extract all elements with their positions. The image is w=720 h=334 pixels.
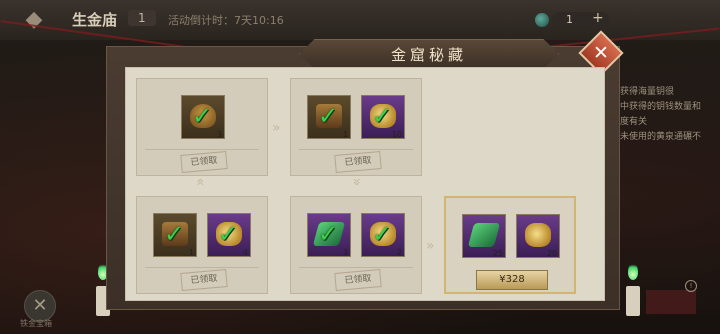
candle-flame-icon: [628, 262, 638, 280]
reward-item[interactable]: ✓ 3: [307, 213, 351, 257]
check-icon: ✓: [318, 220, 339, 248]
item-quantity: 2: [396, 248, 402, 257]
arrow-right-icon: »: [426, 238, 435, 254]
modal-header: 金窟秘藏: [299, 39, 559, 69]
reward-tier-2: ✓ 1 ✓ 10 已领取: [290, 78, 422, 176]
page-title: 生金庙: [72, 11, 118, 29]
reward-item[interactable]: ✓ 1: [153, 213, 197, 257]
buy-button[interactable]: ¥328: [476, 270, 548, 290]
check-icon: ✓: [192, 102, 213, 130]
side-note-line: 中获得的钥钱数量和: [620, 102, 702, 112]
top-bar: ◆ 生金庙 1 活动倒计时：7天10:16 1 +: [0, 0, 720, 40]
divider: [145, 267, 259, 268]
arrow-right-icon: »: [272, 120, 281, 136]
back-arrow-icon[interactable]: ◆: [14, 6, 54, 34]
claimed-stamp: 已领取: [180, 269, 228, 291]
claimed-stamp: 已领取: [334, 151, 382, 173]
count-badge: 1: [128, 10, 156, 26]
claimed-stamp: 已领取: [334, 269, 382, 291]
reward-item[interactable]: ✓ 3: [181, 95, 225, 139]
divider: [299, 149, 413, 150]
bottom-left-label: 铁金宝箱: [20, 319, 52, 328]
side-note-line: 获得海量钥很: [620, 87, 675, 97]
side-note-line: 未使用的黄泉通碾不: [620, 132, 702, 142]
reward-tier-3: ✓ 1 ✓ 4 已领取: [136, 196, 268, 294]
reward-tier-1: ✓ 3 已领取: [136, 78, 268, 176]
gold-coin-icon: [525, 223, 551, 247]
divider: [145, 149, 259, 150]
check-icon: ✓: [218, 220, 239, 248]
currency-coin-icon: [535, 13, 549, 27]
side-note-line: 度有关: [620, 117, 648, 127]
check-icon: ✓: [164, 220, 185, 248]
corner-decor: [646, 290, 696, 314]
item-quantity: 3: [342, 248, 348, 257]
reward-item[interactable]: ✓ 10: [361, 95, 405, 139]
reward-tier-5: 25 20 ¥328: [444, 196, 576, 294]
item-quantity: 4: [242, 248, 248, 257]
claimed-stamp: 已领取: [180, 151, 228, 173]
event-timer: 活动倒计时：7天10:16: [168, 14, 284, 27]
divider: [299, 267, 413, 268]
reward-item[interactable]: 20: [516, 214, 560, 258]
side-notes: 获得海量钥很 中获得的钥钱数量和 度有关 未使用的黄泉通碾不: [620, 85, 720, 145]
arrow-up-icon: »: [192, 177, 209, 187]
item-quantity: 3: [216, 130, 222, 139]
reward-modal: 金窟秘藏 ✕ ✓ 3 已领取 » ✓ 1 ✓ 10 已领取 » » ✓ 1 ✓ …: [106, 30, 624, 310]
item-quantity: 1: [188, 248, 194, 257]
check-icon: ✓: [372, 220, 393, 248]
modal-title: 金窟秘藏: [390, 46, 467, 64]
add-currency-button[interactable]: +: [592, 10, 604, 26]
check-icon: ✓: [318, 102, 339, 130]
info-icon[interactable]: !: [685, 280, 697, 292]
reward-item[interactable]: ✓ 4: [207, 213, 251, 257]
item-quantity: 1: [342, 130, 348, 139]
arrow-down-icon: »: [348, 177, 365, 187]
reward-tier-4: ✓ 3 ✓ 2 已领取: [290, 196, 422, 294]
item-quantity: 25: [492, 249, 503, 258]
item-quantity: 10: [391, 130, 402, 139]
jade-token-icon: [467, 223, 501, 247]
check-icon: ✓: [372, 102, 393, 130]
reward-item[interactable]: 25: [462, 214, 506, 258]
reward-board: ✓ 3 已领取 » ✓ 1 ✓ 10 已领取 » » ✓ 1 ✓ 4 已领取 ✓…: [125, 67, 605, 301]
reward-item[interactable]: ✓ 2: [361, 213, 405, 257]
close-icon: ✕: [593, 42, 609, 64]
item-quantity: 20: [546, 249, 557, 258]
candle: [626, 286, 640, 316]
reward-item[interactable]: ✓ 1: [307, 95, 351, 139]
